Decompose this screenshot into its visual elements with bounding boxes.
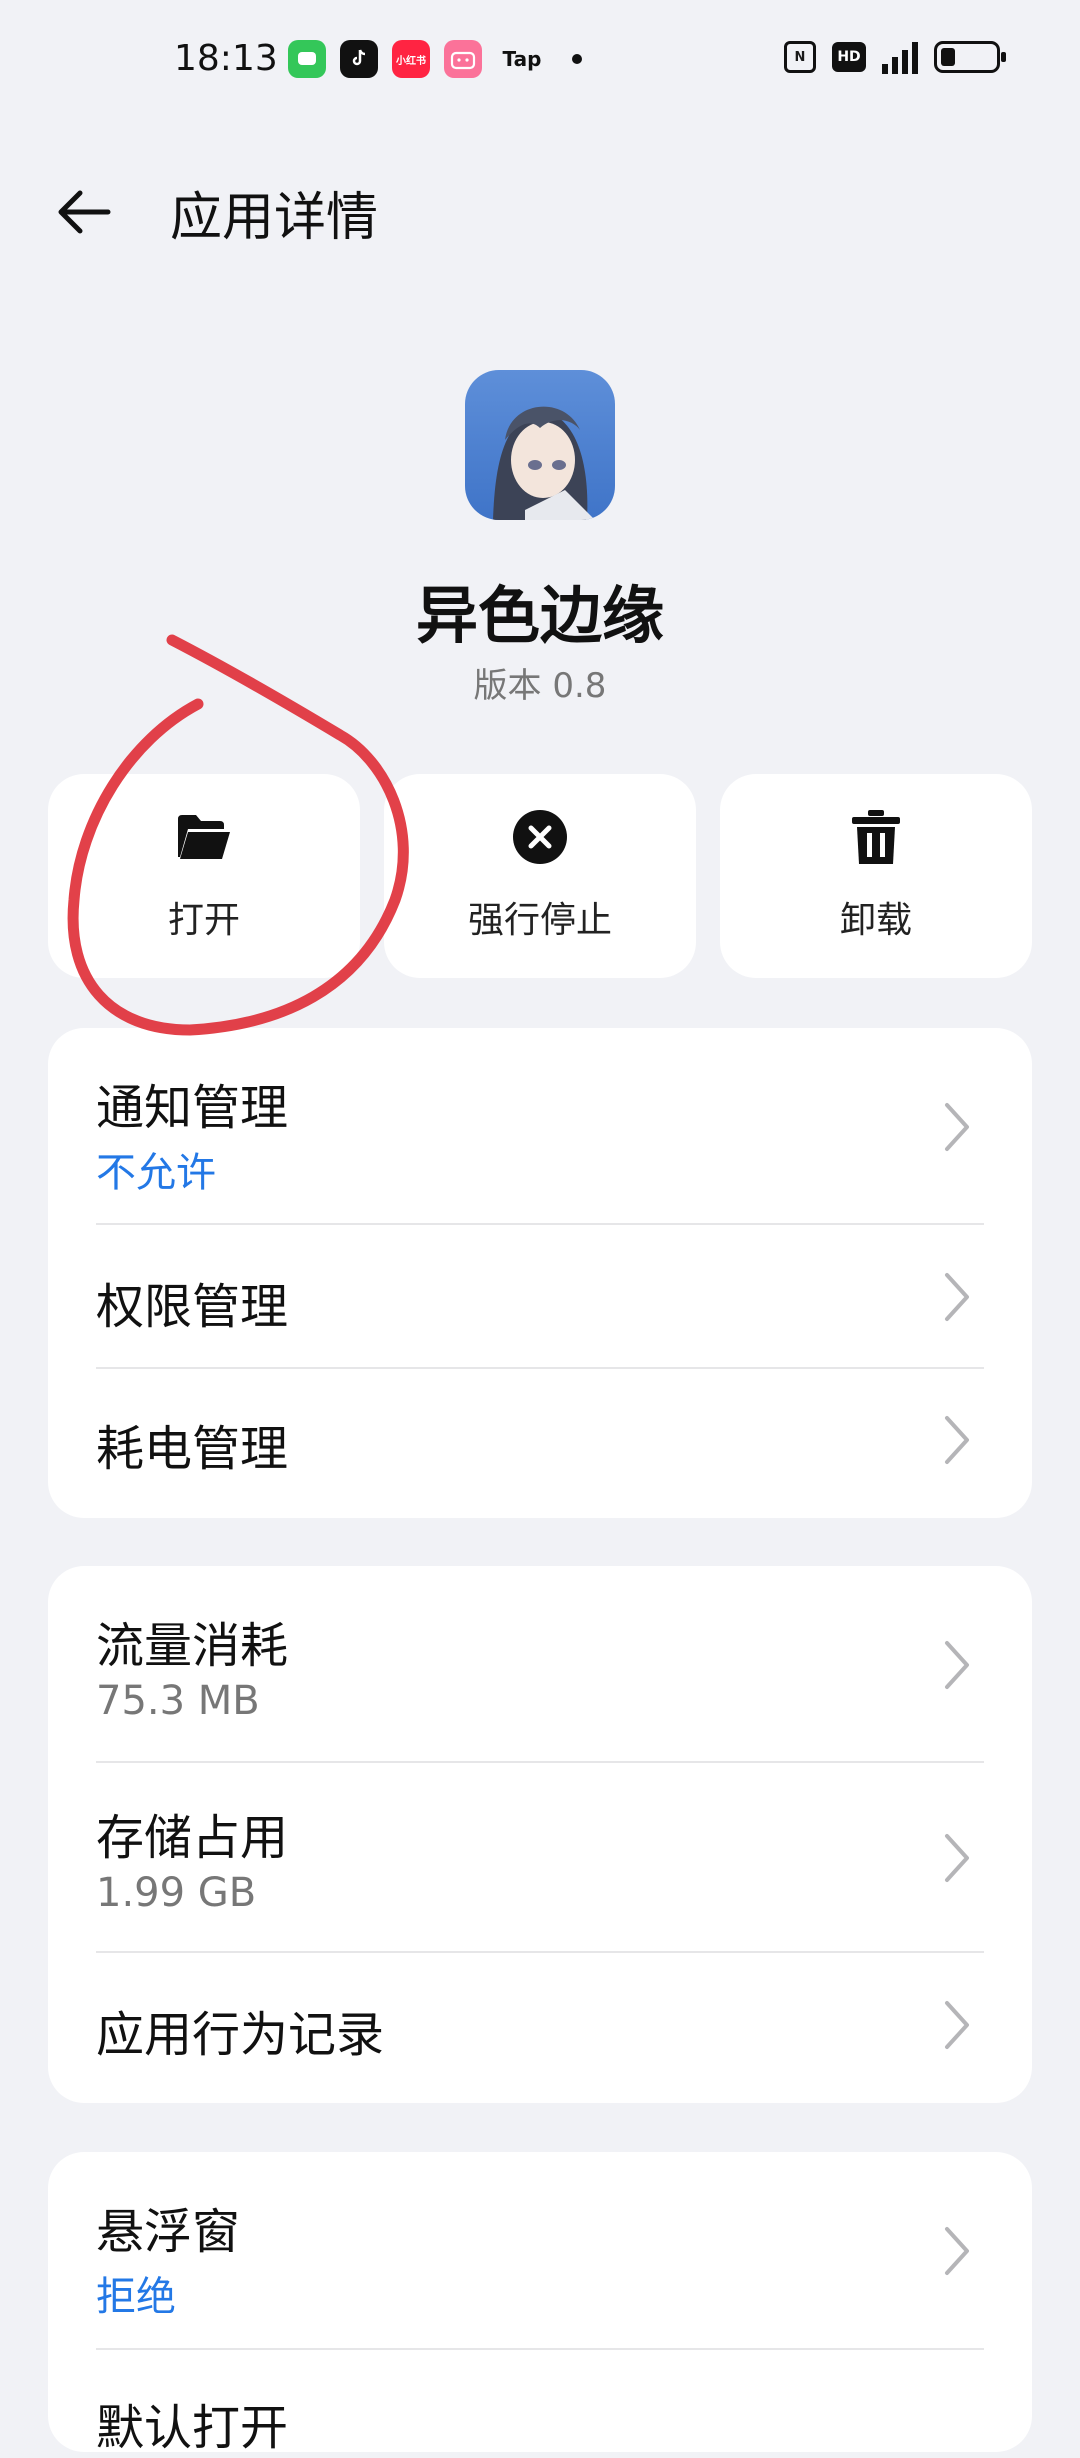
default-open-title: 默认打开 (96, 2400, 289, 2456)
status-bar: 18:13 小红书 Tap N HD (0, 0, 1080, 120)
notification-management-title: 通知管理 (96, 1080, 289, 1136)
trash-icon (848, 809, 904, 865)
floating-window-title: 悬浮窗 (96, 2204, 241, 2260)
battery-management-item[interactable]: 耗电管理 (96, 1369, 984, 1518)
chevron-right-icon (945, 2227, 969, 2275)
page-title: 应用详情 (170, 188, 379, 248)
storage-usage-value: 1.99 GB (96, 1870, 257, 1916)
close-circle-icon (512, 809, 568, 865)
app-name: 异色边缘 (415, 579, 664, 652)
open-label: 打开 (167, 900, 240, 941)
back-button[interactable] (52, 180, 116, 244)
chevron-right-icon (945, 1641, 969, 1689)
open-button[interactable]: 打开 (48, 774, 360, 978)
xiaohongshu-icon: 小红书 (392, 40, 430, 78)
data-usage-title: 流量消耗 (96, 1618, 289, 1674)
battery-icon (934, 41, 1006, 73)
nfc-icon: N (784, 41, 816, 73)
header: 应用详情 (0, 150, 1080, 270)
force-stop-label: 强行停止 (467, 900, 612, 941)
data-usage-value: 75.3 MB (96, 1678, 260, 1724)
permission-management-title: 权限管理 (96, 1279, 289, 1335)
chevron-right-icon (945, 1834, 969, 1882)
storage-usage-item[interactable]: 存储占用 1.99 GB (96, 1763, 984, 1953)
taptap-icon: Tap (502, 47, 542, 71)
notification-icons: 小红书 Tap (288, 40, 582, 78)
bilibili-icon (444, 40, 482, 78)
signal-icon (882, 40, 918, 74)
app-behavior-record-item[interactable]: 应用行为记录 (96, 1953, 984, 2103)
clock: 18:13 (174, 38, 278, 79)
back-arrow-icon (58, 190, 111, 234)
chevron-right-icon (945, 1416, 969, 1464)
app-behavior-record-title: 应用行为记录 (96, 2007, 385, 2063)
force-stop-button[interactable]: 强行停止 (384, 774, 696, 978)
chevron-right-icon (945, 2001, 969, 2049)
notification-management-item[interactable]: 通知管理 不允许 (96, 1028, 984, 1225)
chevron-right-icon (945, 1103, 969, 1151)
message-icon (288, 40, 326, 78)
settings-group-3: 悬浮窗 拒绝 默认打开 (48, 2152, 1032, 2456)
floating-window-item[interactable]: 悬浮窗 拒绝 (96, 2152, 984, 2350)
app-version: 版本 0.8 (473, 666, 607, 706)
storage-usage-title: 存储占用 (96, 1810, 289, 1866)
data-usage-item[interactable]: 流量消耗 75.3 MB (96, 1566, 984, 1763)
settings-group-1: 通知管理 不允许 权限管理 耗电管理 (48, 1028, 1032, 1518)
notification-management-value: 不允许 (96, 1150, 216, 1196)
floating-window-value: 拒绝 (96, 2274, 176, 2320)
permission-management-item[interactable]: 权限管理 (96, 1225, 984, 1369)
chevron-right-icon (945, 1273, 969, 1321)
system-icons: N HD (784, 40, 1006, 74)
more-notifications-dot (572, 54, 582, 64)
action-buttons: 打开 强行停止 卸载 (48, 774, 1032, 978)
uninstall-label: 卸载 (839, 900, 912, 941)
uninstall-button[interactable]: 卸载 (720, 774, 1032, 978)
hd-icon: HD (832, 42, 866, 72)
default-open-item[interactable]: 默认打开 (96, 2350, 984, 2456)
tiktok-icon (340, 40, 378, 78)
settings-group-2: 流量消耗 75.3 MB 存储占用 1.99 GB 应用行为记录 (48, 1566, 1032, 2103)
app-icon (465, 370, 615, 520)
folder-open-icon (176, 809, 232, 865)
battery-management-title: 耗电管理 (96, 1421, 289, 1477)
